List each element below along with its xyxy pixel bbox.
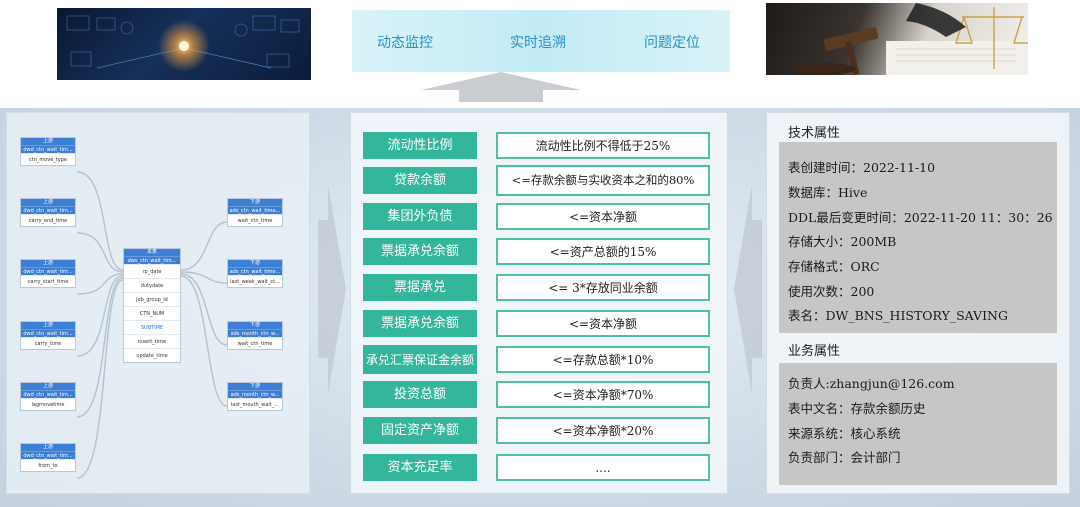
node-field: rp_date (124, 264, 180, 278)
node-tag: 上游 (21, 260, 75, 267)
node-field: last_week_wait_ct... (228, 275, 282, 287)
node-table-name: dwd_ctn_wait_tim... (21, 329, 75, 337)
node-field: ctn_move_type (21, 153, 75, 165)
rule-condition: <=资本净额*70% (496, 381, 710, 408)
rule-name[interactable]: 票据承兑余额 (363, 310, 477, 337)
attr-storage-size: 存储大小：200MB (788, 234, 897, 249)
node-table-name: ads_month_ctn_w... (228, 390, 282, 398)
attr-owner: 负责人:zhangjun@126.com (788, 376, 955, 391)
node-table-name: dwd_ctn_wait_tim... (21, 267, 75, 275)
node-field: insert_time (124, 334, 180, 348)
rule-condition: <=资本净额*20% (496, 417, 710, 444)
node-table-name: dwd_ctn_wait_tim... (21, 145, 75, 153)
node-field: dutydate (124, 278, 180, 292)
rule-name[interactable]: 投资总额 (363, 381, 477, 408)
attr-usage-count: 使用次数：200 (788, 284, 875, 299)
downstream-node[interactable]: 下游 ads_ctn_wait_time... wait_ctn_time (227, 198, 283, 227)
attr-ddl-change-time: DDL最后变更时间：2022-11-20 11：30：26 (788, 210, 1053, 225)
node-tag: 下游 (228, 199, 282, 206)
node-table-name: ads_month_ctn_w... (228, 329, 282, 337)
rule-name[interactable]: 固定资产净额 (363, 417, 477, 444)
rule-condition: .... (496, 454, 710, 481)
upstream-node[interactable]: 上游 dwd_ctn_wait_tim... carry_end_time (20, 198, 76, 227)
rule-condition: <=存款总额*10% (496, 346, 710, 373)
node-tag: 上游 (21, 138, 75, 145)
node-field: from_to (21, 459, 75, 471)
rule-name[interactable]: 票据承兑余额 (363, 238, 477, 265)
right-arrow-icon (318, 184, 346, 394)
rule-name[interactable]: 承兑汇票保证金余额 (363, 345, 477, 374)
rule-name[interactable]: 贷款余额 (363, 167, 477, 194)
attr-storage-format: 存储格式：ORC (788, 259, 880, 274)
node-field: wait_ctn_time (228, 214, 282, 226)
node-tag: 下游 (228, 383, 282, 390)
attr-create-time: 表创建时间：2022-11-10 (788, 160, 936, 175)
rule-name[interactable]: 流动性比例 (363, 132, 477, 159)
node-tag: 下游 (228, 322, 282, 329)
downstream-node[interactable]: 下游 ads_month_ctn_w... wait_ctn_time (227, 321, 283, 350)
upstream-node[interactable]: 上游 dwd_ctn_wait_tim... from_to (20, 443, 76, 472)
upstream-node[interactable]: 上游 dwd_ctn_wait_tim... carry_time (20, 321, 76, 350)
downstream-node[interactable]: 下游 ads_ctn_wait_time... last_week_wait_c… (227, 259, 283, 288)
node-field: job_group_id (124, 292, 180, 306)
node-table-name: dwd_ctn_wait_tim... (21, 451, 75, 459)
rule-condition: <= 3*存放同业余额 (496, 274, 710, 301)
attr-database: 数据库：Hive (788, 185, 868, 200)
node-tag: 上游 (21, 199, 75, 206)
rule-condition: 流动性比例不得低于25% (496, 132, 710, 159)
rule-condition: <=资产总额的15% (496, 238, 710, 265)
node-table-name: dwd_ctn_wait_tim... (21, 206, 75, 214)
node-table-name: ads_ctn_wait_time... (228, 267, 282, 275)
node-tag: 上游 (21, 444, 75, 451)
node-table-name: dws_ctn_wait_tim... (124, 256, 180, 264)
tech-attributes-title: 技术属性 (788, 126, 841, 141)
node-field: wait_ctn_time (228, 337, 282, 349)
node-tag: 本表 (124, 249, 180, 256)
node-field: carry_start_time (21, 275, 75, 287)
node-table-name: dwd_ctn_wait_tim... (21, 390, 75, 398)
node-field: carry_end_time (21, 214, 75, 226)
rule-condition: <=资本净额 (496, 203, 710, 230)
node-field: CTN_NUM (124, 306, 180, 320)
node-table-name: ads_ctn_wait_time... (228, 206, 282, 214)
attr-table-name: 表名：DW_BNS_HISTORY_SAVING (788, 308, 1008, 323)
node-field: lagmovetime (21, 398, 75, 410)
upstream-node[interactable]: 上游 dwd_ctn_wait_tim... ctn_move_type (20, 137, 76, 166)
attr-department: 负责部门：会计部门 (788, 450, 901, 465)
upstream-node[interactable]: 上游 dwd_ctn_wait_tim... lagmovetime (20, 382, 76, 411)
biz-attributes-title: 业务属性 (788, 344, 841, 359)
node-field: SUBTIME (124, 320, 180, 334)
rule-condition: <=资本净额 (496, 310, 710, 337)
center-node[interactable]: 本表 dws_ctn_wait_tim... rp_date dutydate … (123, 248, 181, 363)
rule-condition: <=存款余额与实收资本之和的80% (496, 165, 710, 196)
node-tag: 上游 (21, 383, 75, 390)
rule-name[interactable]: 资本充足率 (363, 454, 477, 481)
rule-name[interactable]: 集团外负债 (363, 203, 477, 230)
node-field: last_mouth_wait_... (228, 398, 282, 410)
node-field: carry_time (21, 337, 75, 349)
node-tag: 下游 (228, 260, 282, 267)
downstream-node[interactable]: 下游 ads_month_ctn_w... last_mouth_wait_..… (227, 382, 283, 411)
attr-chinese-name: 表中文名：存款余额历史 (788, 401, 926, 416)
left-arrow-icon (734, 184, 762, 394)
node-tag: 上游 (21, 322, 75, 329)
node-field: update_time (124, 348, 180, 362)
upstream-node[interactable]: 上游 dwd_ctn_wait_tim... carry_start_time (20, 259, 76, 288)
rule-name[interactable]: 票据承兑 (363, 274, 477, 301)
attr-source-system: 来源系统：核心系统 (788, 426, 901, 441)
